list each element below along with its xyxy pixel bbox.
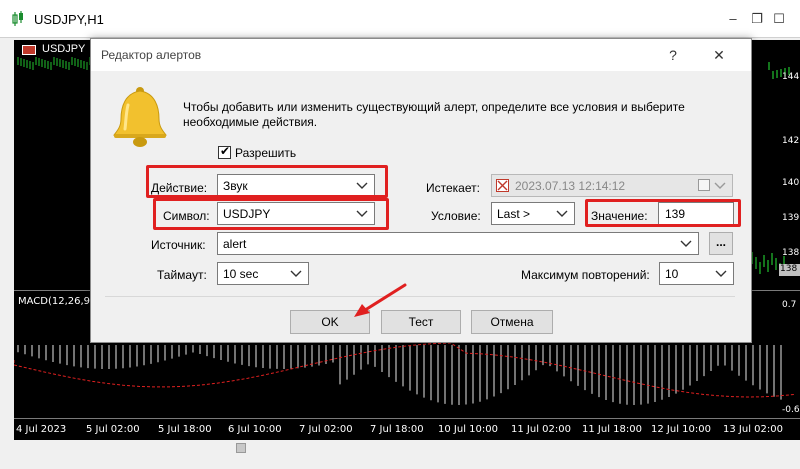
max-repeat-value: 10 <box>665 267 679 281</box>
annotation-box-value <box>585 199 741 227</box>
time-label: 11 Jul 18:00 <box>582 424 642 435</box>
dialog-separator <box>105 296 735 297</box>
symbol-flag-icon <box>22 45 36 55</box>
scroll-marker[interactable] <box>236 443 246 453</box>
browse-button[interactable]: ... <box>709 232 733 255</box>
alert-editor-dialog: Редактор алертов ? ✕ Чтобы добавить или … <box>90 38 752 343</box>
annotation-box-action <box>146 165 388 198</box>
max-repeat-select[interactable]: 10 <box>659 262 734 285</box>
allow-label: Разрешить <box>235 146 297 160</box>
price-label: 142 <box>782 136 800 146</box>
dialog-description: Чтобы добавить или изменить существующий… <box>183 100 685 129</box>
dialog-titlebar: Редактор алертов ? ✕ <box>91 39 751 71</box>
time-label: 5 Jul 02:00 <box>86 424 140 435</box>
annotation-arrow <box>354 283 407 317</box>
price-label: -0.6 <box>782 405 800 415</box>
calendar-icon[interactable] <box>698 179 710 191</box>
time-label: 5 Jul 18:00 <box>158 424 212 435</box>
expires-value: 2023.07.13 12:14:12 <box>515 179 626 193</box>
time-label: 6 Jul 10:00 <box>228 424 282 435</box>
chevron-down-icon <box>680 240 692 247</box>
left-panel <box>0 40 14 469</box>
timeout-label: Таймаут: <box>157 268 207 282</box>
candlestick-icon <box>12 11 23 26</box>
expires-label: Истекает: <box>426 181 480 195</box>
terminal-title: USDJPY,H1 <box>34 12 104 27</box>
time-axis: 4 Jul 2023 5 Jul 02:00 5 Jul 18:00 6 Jul… <box>14 418 800 440</box>
time-label: 4 Jul 2023 <box>16 424 67 435</box>
status-bar <box>0 440 800 469</box>
chart-symbol-label: USDJPY <box>42 43 86 55</box>
max-repeat-label: Максимум повторений: <box>521 268 650 282</box>
cross-icon <box>497 180 508 191</box>
price-label: 139 <box>782 213 800 223</box>
help-icon[interactable]: ? <box>663 45 683 65</box>
annotation-box-symbol <box>153 198 389 230</box>
timeout-select[interactable]: 10 sec <box>217 262 309 285</box>
chevron-down-icon <box>290 270 302 277</box>
time-label: 11 Jul 02:00 <box>511 424 571 435</box>
chevron-down-icon <box>714 182 726 189</box>
price-label: 144 <box>782 72 800 82</box>
condition-select[interactable]: Last > <box>491 202 575 225</box>
current-price-marker: 138 <box>779 264 800 276</box>
chevron-down-icon <box>715 270 727 277</box>
price-label: 138 <box>782 248 800 258</box>
timeout-value: 10 sec <box>223 267 259 281</box>
terminal-titlebar: USDJPY,H1 – ❐ ☐ <box>0 0 800 38</box>
time-label: 7 Jul 18:00 <box>370 424 424 435</box>
bell-icon <box>112 87 168 147</box>
time-label: 10 Jul 10:00 <box>438 424 498 435</box>
expires-picker[interactable]: 2023.07.13 12:14:12 <box>491 174 733 197</box>
time-label: 13 Jul 02:00 <box>723 424 783 435</box>
chevron-down-icon <box>556 210 568 217</box>
price-label: 0.7 <box>782 300 797 310</box>
close-icon[interactable]: ✕ <box>709 45 729 65</box>
restore-icon[interactable]: ❐ <box>748 10 766 28</box>
source-select[interactable]: alert <box>217 232 699 255</box>
source-label: Источник: <box>151 238 206 252</box>
time-label: 7 Jul 02:00 <box>299 424 353 435</box>
allow-checkbox[interactable]: ✔ <box>218 144 231 159</box>
maximize-icon[interactable]: ☐ <box>770 10 788 28</box>
cancel-button[interactable]: Отмена <box>471 310 553 334</box>
source-value: alert <box>223 237 247 251</box>
checkmark-icon: ✔ <box>220 144 231 158</box>
macd-signal-line <box>14 342 795 398</box>
macd-label: MACD(12,26,9) <box>18 296 94 307</box>
condition-label: Условие: <box>431 209 481 223</box>
condition-value: Last > <box>497 207 531 221</box>
time-label: 12 Jul 10:00 <box>651 424 711 435</box>
price-label: 140 <box>782 178 800 188</box>
dialog-title: Редактор алертов <box>101 48 202 62</box>
minimize-icon[interactable]: – <box>724 10 742 28</box>
